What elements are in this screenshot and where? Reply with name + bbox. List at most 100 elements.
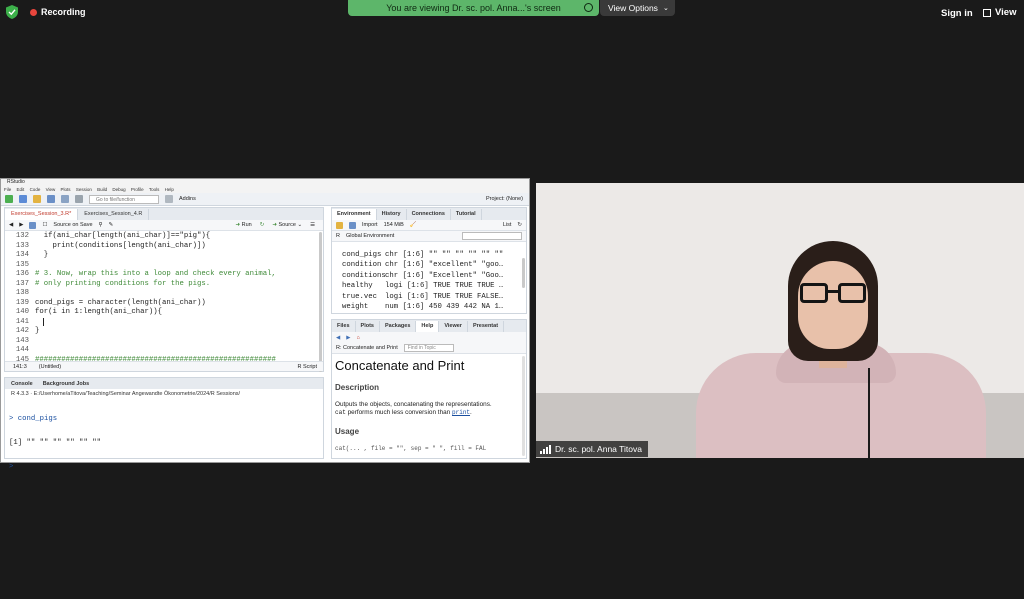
home-icon[interactable]: ⌂: [356, 335, 359, 341]
menu-item[interactable]: Help: [165, 187, 174, 192]
project-menu[interactable]: Project: (None): [486, 196, 523, 202]
tab-plots[interactable]: Plots: [356, 321, 380, 332]
menu-item[interactable]: Session: [76, 187, 92, 192]
grid-layout-icon[interactable]: [165, 195, 173, 203]
help-topic-selector[interactable]: R: Concatenate and Print: [336, 345, 398, 351]
tab-files[interactable]: Files: [332, 321, 356, 332]
memory-usage[interactable]: 154 MiB: [384, 222, 404, 228]
scope-selector[interactable]: Global Environment: [346, 233, 394, 239]
tab-exercises-session-3[interactable]: Exercises_Session_3.R*: [5, 209, 79, 220]
tab-background-jobs[interactable]: Background Jobs: [43, 381, 89, 387]
line-text: }: [35, 327, 40, 335]
view-options-button[interactable]: View Options ⌄: [600, 0, 675, 16]
tab-tutorial[interactable]: Tutorial: [451, 209, 482, 220]
code-line: 141: [5, 317, 323, 328]
menu-item[interactable]: Plots: [61, 187, 71, 192]
back-arrow-icon[interactable]: ◀: [9, 222, 13, 228]
outline-icon[interactable]: ☰: [310, 222, 315, 228]
tab-help[interactable]: Help: [416, 321, 440, 332]
print-link[interactable]: print: [452, 409, 470, 416]
menu-item[interactable]: Tools: [149, 187, 160, 192]
help-scrollbar[interactable]: [522, 356, 525, 456]
list-item[interactable]: healthy logi [1:6] TRUE TRUE TRUE …: [332, 281, 526, 291]
list-view-toggle[interactable]: List: [503, 222, 512, 228]
recording-indicator[interactable]: Recording: [30, 7, 86, 17]
help-pane: Files Plots Packages Help Viewer Present…: [331, 319, 527, 459]
usage-code: cat(... , file = "", sep = " ", fill = F…: [335, 445, 487, 452]
participant-video-tile[interactable]: Dr. sc. pol. Anna Titova: [536, 183, 1024, 458]
search-icon[interactable]: ⚲: [99, 222, 103, 228]
environment-search-input[interactable]: [462, 232, 522, 240]
recording-label: Recording: [41, 7, 86, 17]
refresh-icon[interactable]: ↻: [517, 222, 526, 228]
list-item[interactable]: condition chr [1:6] "excellent" "goo…: [332, 260, 526, 270]
help-title: Concatenate and Print: [335, 358, 465, 373]
line-number: 140: [15, 308, 29, 316]
find-in-topic-input[interactable]: Find in Topic: [403, 344, 454, 352]
menu-item[interactable]: Profile: [131, 187, 144, 192]
console-output[interactable]: > cond_pigs [1] "" "" "" "" "" "" >: [5, 399, 323, 487]
tab-packages[interactable]: Packages: [380, 321, 417, 332]
security-shield-icon[interactable]: [6, 5, 18, 19]
save-icon[interactable]: [349, 221, 356, 229]
tab-console[interactable]: Console: [11, 381, 33, 387]
menu-item[interactable]: Edit: [17, 187, 25, 192]
file-type-indicator[interactable]: R Script: [297, 364, 323, 370]
menu-item[interactable]: Code: [30, 187, 41, 192]
list-item[interactable]: cond_pigs chr [1:6] "" "" "" "" "" "": [332, 250, 526, 260]
tab-environment[interactable]: Environment: [332, 209, 377, 220]
source-on-save-checkbox[interactable]: ☐: [42, 222, 47, 228]
goto-file-input[interactable]: Go to file/function: [89, 194, 159, 204]
open-file-icon[interactable]: [33, 195, 41, 203]
view-layout-icon: [983, 8, 991, 17]
forward-arrow-icon[interactable]: ▶: [346, 335, 350, 341]
chevron-down-icon: ⌄: [662, 5, 669, 12]
rerun-icon[interactable]: ↻: [260, 222, 265, 228]
print-icon[interactable]: [75, 195, 83, 203]
menu-item[interactable]: View: [46, 187, 56, 192]
help-topic-bar: R: Concatenate and Print Find in Topic: [332, 343, 526, 354]
code-line: 139 cond_pigs = character(length(ani_char…: [5, 299, 323, 309]
list-item[interactable]: true.vec logi [1:6] TRUE TRUE FALSE…: [332, 292, 526, 302]
list-item[interactable]: weight num [1:6] 450 439 442 NA 1…: [332, 302, 526, 312]
language-selector[interactable]: R: [336, 233, 340, 239]
editor-scrollbar[interactable]: [319, 232, 322, 372]
sign-in-button[interactable]: Sign in: [941, 8, 973, 19]
back-arrow-icon[interactable]: ◀: [336, 335, 340, 341]
save-icon[interactable]: [47, 195, 55, 203]
import-dataset-button[interactable]: Import: [362, 222, 378, 228]
view-button[interactable]: View: [983, 7, 1016, 18]
wand-icon[interactable]: ✎: [109, 222, 114, 228]
environment-scrollbar[interactable]: [522, 258, 525, 288]
new-file-icon[interactable]: [5, 195, 13, 203]
list-item[interactable]: conditions chr [1:6] "Excellent" "Goo…: [332, 271, 526, 281]
addins-menu[interactable]: Addins: [179, 196, 196, 202]
glasses-bridge: [827, 290, 839, 293]
run-button[interactable]: ➜ Run: [236, 222, 252, 228]
editor-toolbar: ◀ ▶ ☐ Source on Save ⚲ ✎ ➜ Run ↻ ➜ Sourc…: [5, 220, 323, 231]
audio-signal-icon: [540, 444, 551, 454]
broom-icon[interactable]: 🧹: [410, 222, 417, 228]
tab-viewer[interactable]: Viewer: [439, 321, 468, 332]
save-all-icon[interactable]: [61, 195, 69, 203]
new-project-icon[interactable]: [19, 195, 27, 203]
open-folder-icon[interactable]: [336, 221, 343, 229]
tab-exercises-session-4[interactable]: Exercises_Session_4.R: [78, 209, 150, 220]
save-icon[interactable]: [29, 221, 37, 229]
variable-value: logi [1:6] TRUE TRUE FALSE…: [385, 292, 504, 301]
source-button[interactable]: ➜ Source ⌄: [272, 222, 302, 228]
scope-indicator[interactable]: (Untitled): [39, 364, 61, 370]
environment-scope-bar: R Global Environment: [332, 231, 526, 242]
menu-item[interactable]: Build: [97, 187, 107, 192]
code-area[interactable]: 132 if(ani_char[length(ani_char)]=="pig"…: [5, 231, 323, 365]
forward-arrow-icon[interactable]: ▶: [19, 222, 23, 228]
variable-value: num [1:6] 450 439 442 NA 1…: [385, 302, 504, 311]
variable-value: chr [1:6] "" "" "" "" "" "": [385, 251, 504, 259]
menu-item[interactable]: Debug: [112, 187, 125, 192]
tab-connections[interactable]: Connections: [407, 209, 451, 220]
tab-history[interactable]: History: [377, 209, 407, 220]
variable-name: healthy: [342, 282, 373, 291]
description-heading: Description: [335, 383, 380, 392]
menu-item[interactable]: File: [4, 187, 11, 192]
tab-presentation[interactable]: Presentat: [468, 321, 505, 332]
